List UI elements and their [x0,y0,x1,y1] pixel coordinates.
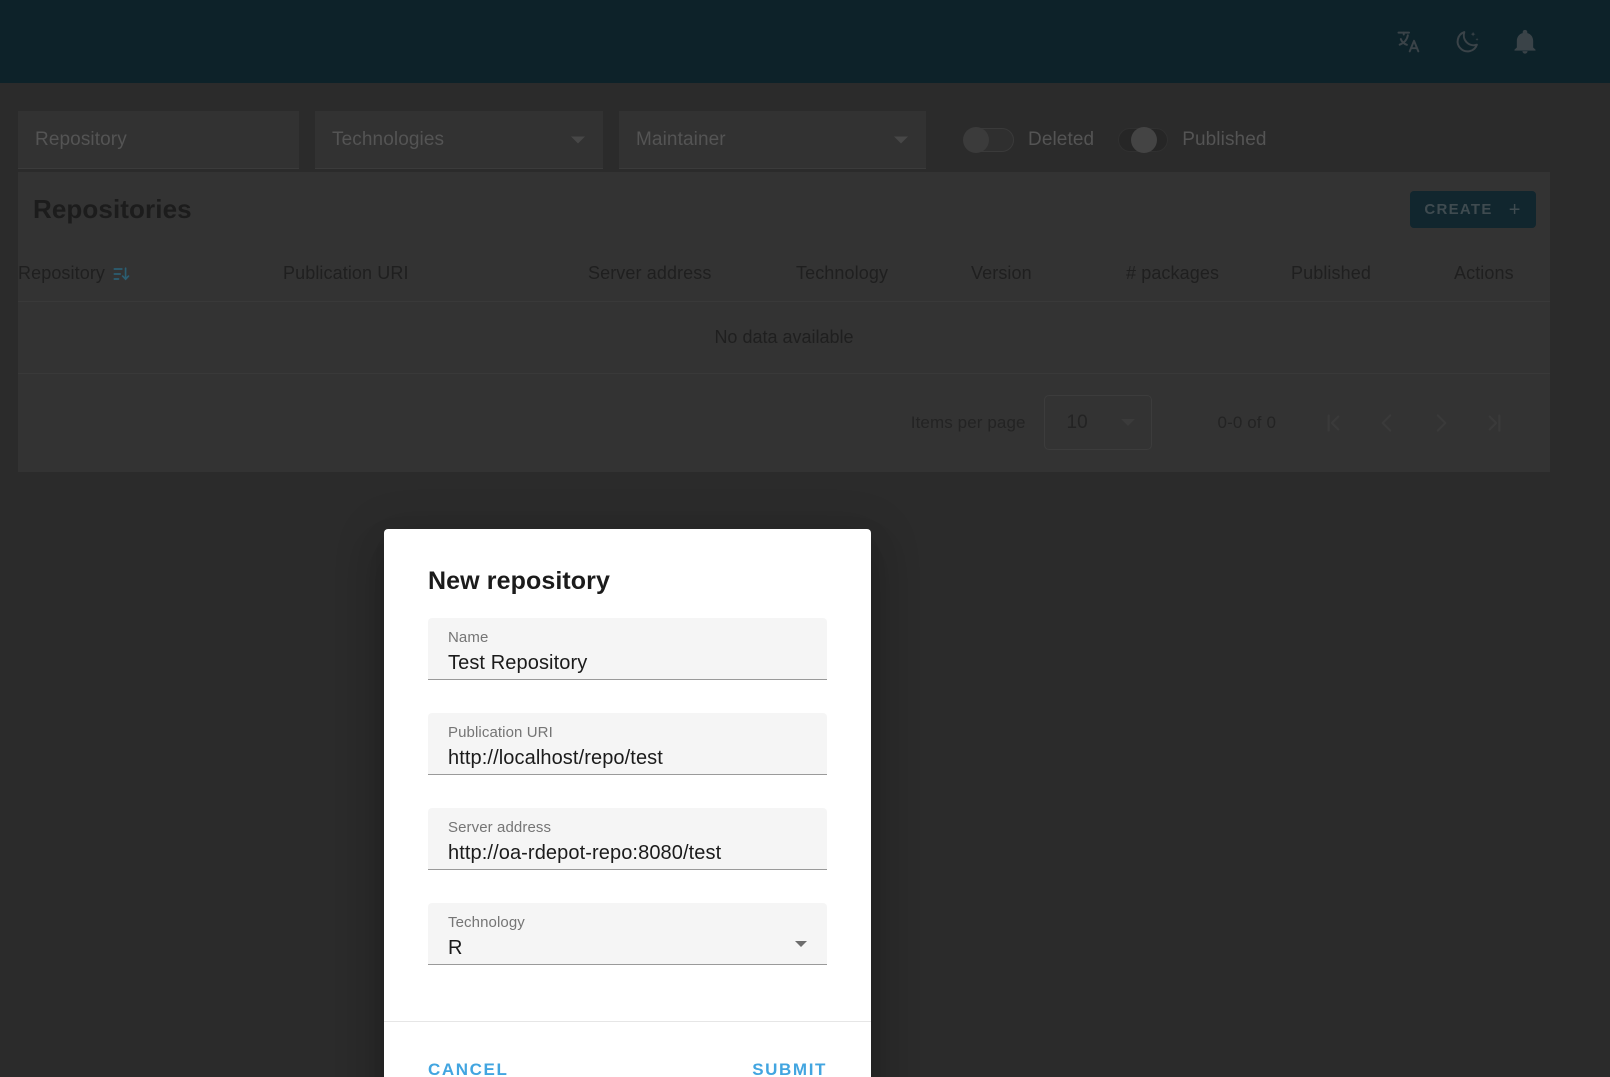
new-repository-dialog: New repository Name Test Repository Publ… [384,529,871,1077]
dialog-title: New repository [428,567,611,595]
chevron-down-icon [795,941,807,947]
publication-uri-field-value: http://localhost/repo/test [448,747,663,769]
server-address-field-value: http://oa-rdepot-repo:8080/test [448,842,722,864]
server-address-field[interactable]: Server address http://oa-rdepot-repo:808… [428,808,827,870]
publication-uri-field-label: Publication URI [448,724,553,741]
technology-field[interactable]: Technology R [428,903,827,965]
page-content: Repository Technologies Maintainer Delet… [0,83,1610,1077]
server-address-field-label: Server address [448,819,552,836]
cancel-button[interactable]: CANCEL [428,1060,508,1077]
top-bar-actions [1394,27,1610,57]
technology-field-value: R [448,937,463,959]
notifications-bell-icon[interactable] [1510,27,1540,57]
name-field[interactable]: Name Test Repository [428,618,827,680]
top-app-bar [0,0,1610,83]
dialog-form: Name Test Repository Publication URI htt… [384,596,871,965]
publication-uri-field[interactable]: Publication URI http://localhost/repo/te… [428,713,827,775]
name-field-label: Name [448,629,489,646]
dialog-actions: CANCEL SUBMIT [384,1021,871,1077]
name-field-value: Test Repository [448,652,588,674]
translate-icon[interactable] [1394,27,1424,57]
submit-button[interactable]: SUBMIT [752,1060,827,1077]
dark-mode-icon[interactable] [1452,27,1482,57]
technology-field-label: Technology [448,914,525,931]
